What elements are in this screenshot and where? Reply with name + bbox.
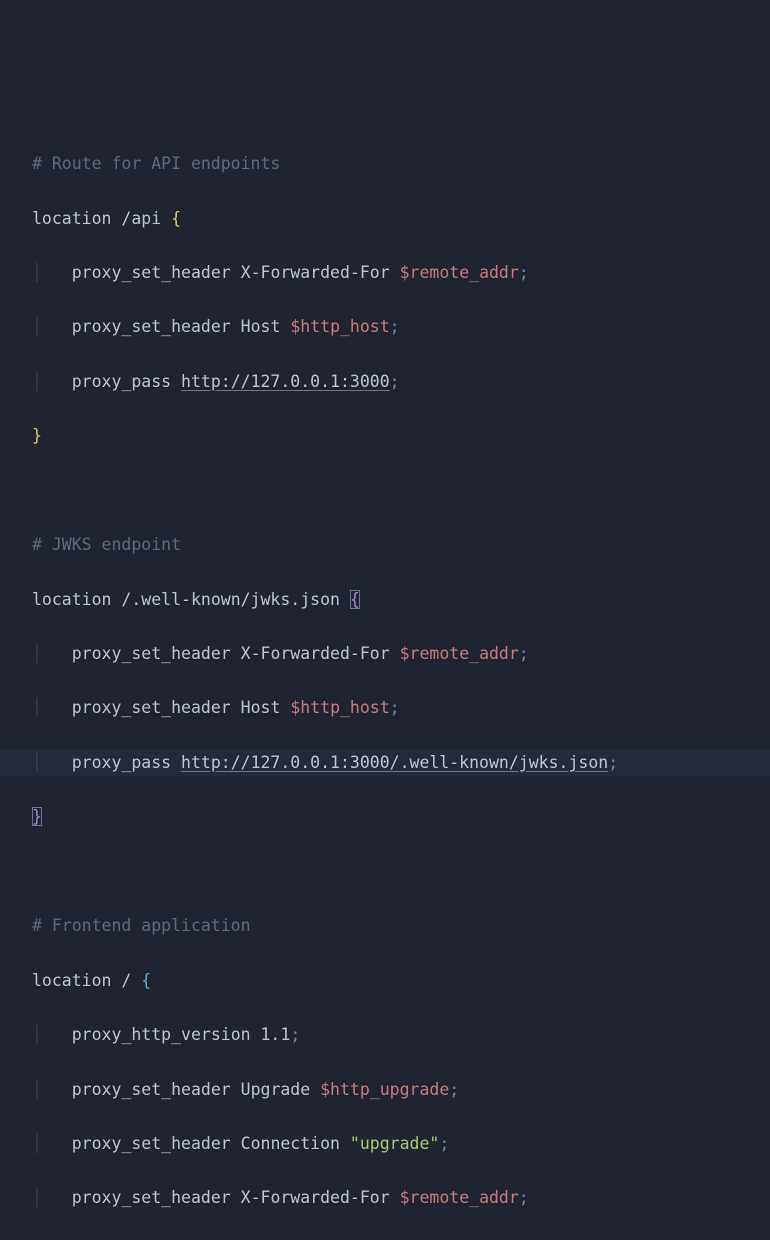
- semicolon: ;: [519, 1188, 529, 1207]
- code-line: │ proxy_http_version 1.1;: [0, 1021, 770, 1048]
- variable: $remote_addr: [400, 644, 519, 663]
- code-line: │ proxy_set_header Host $http_host;: [0, 694, 770, 721]
- code-line: │ proxy_set_header X-Forwarded-For $remo…: [0, 640, 770, 667]
- code-line: # JWKS endpoint: [0, 531, 770, 558]
- semicolon: ;: [439, 1134, 449, 1153]
- code-line: }: [0, 803, 770, 830]
- directive: proxy_http_version: [72, 1025, 251, 1044]
- path: /: [121, 971, 131, 990]
- brace-close: }: [32, 426, 42, 445]
- semicolon: ;: [449, 1080, 459, 1099]
- brace-open: {: [141, 971, 151, 990]
- code-line: │ proxy_set_header X-Forwarded-For $remo…: [0, 259, 770, 286]
- code-editor[interactable]: # Route for API endpoints location /api …: [0, 123, 770, 1240]
- code-line-highlighted: │ proxy_pass http://127.0.0.1:3000/.well…: [0, 749, 770, 776]
- code-line: │ proxy_set_header Host $http_host;: [0, 1239, 770, 1240]
- comment: # Frontend application: [32, 916, 251, 935]
- code-line: location / {: [0, 967, 770, 994]
- semicolon: ;: [519, 263, 529, 282]
- header-name: X-Forwarded-For: [241, 1188, 390, 1207]
- header-name: Connection: [241, 1134, 340, 1153]
- brace-open: {: [171, 209, 181, 228]
- url: http://127.0.0.1:3000/.well-known/jwks.j…: [181, 753, 608, 772]
- directive: proxy_set_header: [72, 1134, 231, 1153]
- code-line: # Frontend application: [0, 912, 770, 939]
- variable: $http_upgrade: [320, 1080, 449, 1099]
- brace-open-matched: {: [350, 590, 360, 609]
- code-line: location /api {: [0, 205, 770, 232]
- semicolon: ;: [290, 1025, 300, 1044]
- code-line: }: [0, 422, 770, 449]
- variable: $http_host: [290, 317, 389, 336]
- semicolon: ;: [608, 753, 618, 772]
- directive: proxy_set_header: [72, 317, 231, 336]
- value: 1.1: [261, 1025, 291, 1044]
- code-line: location /.well-known/jwks.json {: [0, 586, 770, 613]
- variable: $remote_addr: [400, 263, 519, 282]
- directive: proxy_pass: [72, 753, 171, 772]
- path: /.well-known/jwks.json: [121, 590, 340, 609]
- directive: proxy_pass: [72, 372, 171, 391]
- semicolon: ;: [390, 317, 400, 336]
- variable: $http_host: [290, 698, 389, 717]
- variable: $remote_addr: [400, 1188, 519, 1207]
- directive: proxy_set_header: [72, 263, 231, 282]
- url: http://127.0.0.1:3000: [181, 372, 390, 391]
- directive: proxy_set_header: [72, 698, 231, 717]
- comment: # Route for API endpoints: [32, 154, 280, 173]
- semicolon: ;: [390, 698, 400, 717]
- directive: proxy_set_header: [72, 1080, 231, 1099]
- string: "upgrade": [350, 1134, 439, 1153]
- directive: location: [32, 209, 111, 228]
- code-line: # Route for API endpoints: [0, 150, 770, 177]
- brace-close-matched: }: [32, 807, 42, 826]
- blank-line: [0, 858, 770, 885]
- directive: proxy_set_header: [72, 1188, 231, 1207]
- header-name: Upgrade: [241, 1080, 311, 1099]
- header-name: X-Forwarded-For: [241, 644, 390, 663]
- header-name: Host: [241, 317, 281, 336]
- directive: location: [32, 590, 111, 609]
- code-line: │ proxy_set_header Host $http_host;: [0, 313, 770, 340]
- directive: proxy_set_header: [72, 644, 231, 663]
- header-name: Host: [241, 698, 281, 717]
- code-line: │ proxy_set_header Upgrade $http_upgrade…: [0, 1076, 770, 1103]
- comment: # JWKS endpoint: [32, 535, 181, 554]
- semicolon: ;: [519, 644, 529, 663]
- blank-line: [0, 477, 770, 504]
- header-name: X-Forwarded-For: [241, 263, 390, 282]
- code-line: │ proxy_pass http://127.0.0.1:3000;: [0, 368, 770, 395]
- path: /api: [121, 209, 161, 228]
- semicolon: ;: [390, 372, 400, 391]
- directive: location: [32, 971, 111, 990]
- code-line: │ proxy_set_header X-Forwarded-For $remo…: [0, 1184, 770, 1211]
- code-line: │ proxy_set_header Connection "upgrade";: [0, 1130, 770, 1157]
